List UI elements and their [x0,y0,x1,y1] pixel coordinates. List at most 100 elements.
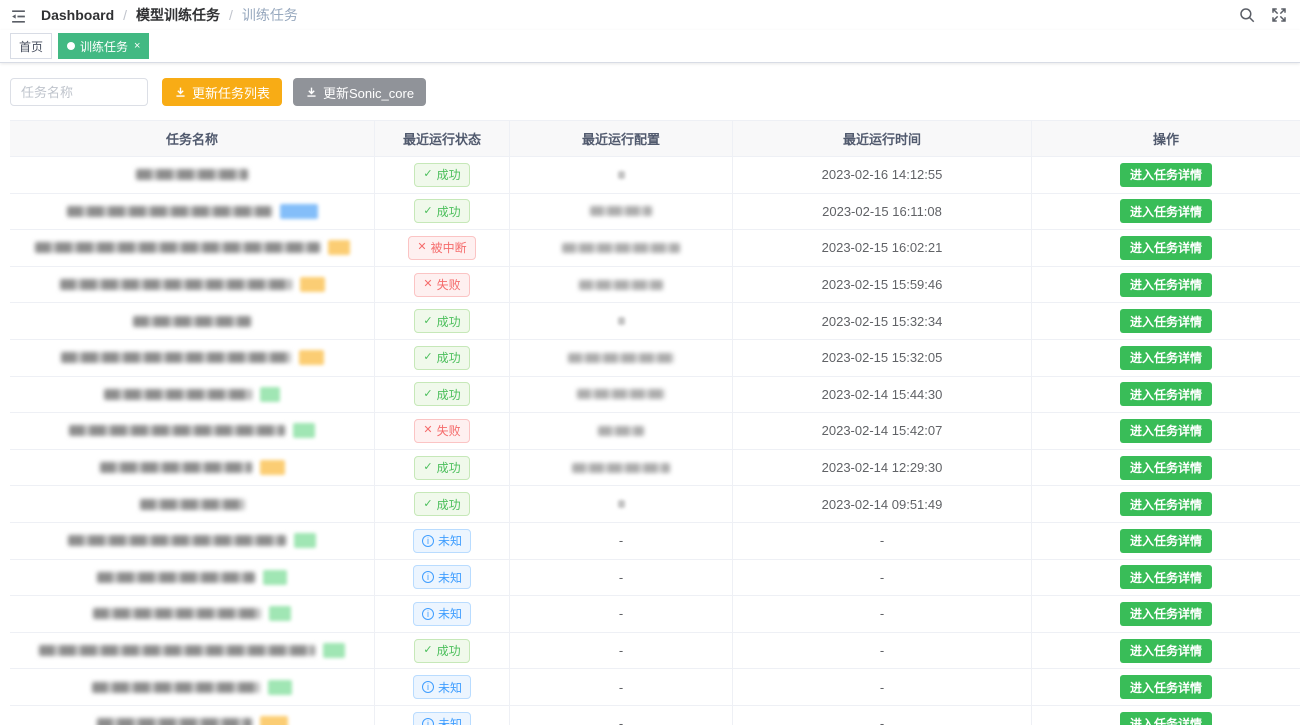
enter-task-detail-button[interactable]: 进入任务详情 [1120,419,1212,443]
config-empty: - [619,680,623,695]
enter-task-detail-button[interactable]: 进入任务详情 [1120,712,1212,725]
status-badge: i未知 [413,565,471,589]
task-tag [260,460,285,475]
failed-status-icon: ✕ [423,425,432,436]
enter-task-detail-button[interactable]: 进入任务详情 [1120,309,1212,333]
run-time: - [880,606,884,621]
enter-task-detail-button[interactable]: 进入任务详情 [1120,639,1212,663]
table-row: ✓成功2023-02-14 09:51:49进入任务详情 [10,486,1300,523]
time-cell: - [733,669,1032,706]
enter-task-detail-button[interactable]: 进入任务详情 [1120,602,1212,626]
tab-training-tasks[interactable]: 训练任务 × [58,33,149,59]
task-name-redacted [68,535,286,546]
table-row: i未知--进入任务详情 [10,523,1300,560]
task-name-cell [10,413,375,450]
update-task-list-button[interactable]: 更新任务列表 [162,78,282,106]
action-cell: 进入任务详情 [1032,377,1300,414]
status-badge: ✕失败 [414,273,469,297]
task-tag [280,204,318,219]
table-row: ✕ 被中断 2023-02-15 16:02:21 进入任务详情 [10,230,1300,267]
enter-task-detail-button[interactable]: 进入任务详情 [1120,236,1212,260]
action-cell: 进入任务详情 [1032,633,1300,670]
config-redacted [572,463,670,473]
config-cell: - [510,706,733,725]
col-task-name: 任务名称 [10,121,375,157]
enter-task-detail-button[interactable]: 进入任务详情 [1120,529,1212,553]
action-cell: 进入任务详情 [1032,706,1300,725]
table-row: ✓成功--进入任务详情 [10,633,1300,670]
status-badge: ✕失败 [414,419,469,443]
enter-task-detail-button[interactable]: 进入任务详情 [1120,565,1212,589]
success-status-icon: ✓ [423,206,432,217]
tab-close-icon[interactable]: × [134,41,140,52]
status-label: 未知 [438,569,462,586]
task-name-cell [10,560,375,597]
config-cell [510,267,733,304]
status-badge: ✕ 被中断 [408,236,475,260]
task-name-cell [10,267,375,304]
run-time: 2023-02-15 15:32:05 [822,350,943,365]
success-status-icon: ✓ [423,499,432,510]
enter-task-detail-button[interactable]: 进入任务详情 [1120,492,1212,516]
task-name-cell [10,596,375,633]
search-icon[interactable] [1238,6,1256,24]
status-cell: ✓成功 [375,340,510,377]
status-cell: i未知 [375,669,510,706]
run-time: 2023-02-15 16:11:08 [822,204,942,219]
time-cell: - [733,596,1032,633]
enter-task-detail-button[interactable]: 进入任务详情 [1120,675,1212,699]
time-cell: 2023-02-15 16:11:08 [733,194,1032,231]
breadcrumb-dashboard[interactable]: Dashboard [41,7,114,23]
run-time: 2023-02-15 16:02:21 [822,240,943,255]
status-cell: ✕失败 [375,267,510,304]
enter-task-detail-button[interactable]: 进入任务详情 [1120,456,1212,480]
task-name-redacted [97,572,255,583]
task-name-redacted [61,352,291,363]
unknown-status-icon: i [422,681,434,693]
status-badge: i未知 [413,529,471,553]
run-time: - [880,716,884,725]
status-label: 成功 [437,203,461,220]
sidebar-fold-icon[interactable] [8,6,33,25]
enter-task-detail-button[interactable]: 进入任务详情 [1120,273,1212,297]
status-badge: ✓成功 [414,492,469,516]
config-cell: - [510,633,733,670]
tab-home-label: 首页 [19,38,43,55]
task-name-cell [10,230,375,267]
table-row: i未知--进入任务详情 [10,706,1300,725]
status-badge: i未知 [413,602,471,626]
fullscreen-icon[interactable] [1270,6,1288,24]
run-time: 2023-02-16 14:12:55 [822,167,943,182]
status-cell: i未知 [375,523,510,560]
time-cell: 2023-02-15 16:02:21 [733,230,1032,267]
config-redacted [618,171,625,179]
status-label: 成功 [437,349,461,366]
enter-task-detail-button[interactable]: 进入任务详情 [1120,382,1212,406]
task-name-input[interactable] [10,78,148,106]
enter-task-detail-button[interactable]: 进入任务详情 [1120,199,1212,223]
unknown-status-icon: i [422,608,434,620]
interrupted-status-icon: ✕ [417,242,426,253]
config-empty: - [619,570,623,585]
update-sonic-core-label: 更新Sonic_core [323,83,414,102]
config-cell [510,340,733,377]
status-cell: ✓成功 [375,303,510,340]
table-row: i未知--进入任务详情 [10,560,1300,597]
enter-task-detail-button[interactable]: 进入任务详情 [1120,346,1212,370]
status-label: 被中断 [431,239,467,256]
status-badge: ✓ 成功 [414,199,469,223]
config-redacted [568,353,674,363]
config-redacted [577,389,665,399]
tab-home[interactable]: 首页 [10,33,52,59]
task-name-cell [10,669,375,706]
action-cell: 进入任务详情 [1032,267,1300,304]
task-name-cell [10,633,375,670]
update-sonic-core-button[interactable]: 更新Sonic_core [293,78,426,106]
success-status-icon: ✓ [423,462,432,473]
config-cell: - [510,596,733,633]
enter-task-detail-button[interactable]: 进入任务详情 [1120,163,1212,187]
status-badge: i未知 [413,675,471,699]
task-tag [269,606,291,621]
time-cell: 2023-02-15 15:32:34 [733,303,1032,340]
table-row: i未知 - - 进入任务详情 [10,596,1300,633]
